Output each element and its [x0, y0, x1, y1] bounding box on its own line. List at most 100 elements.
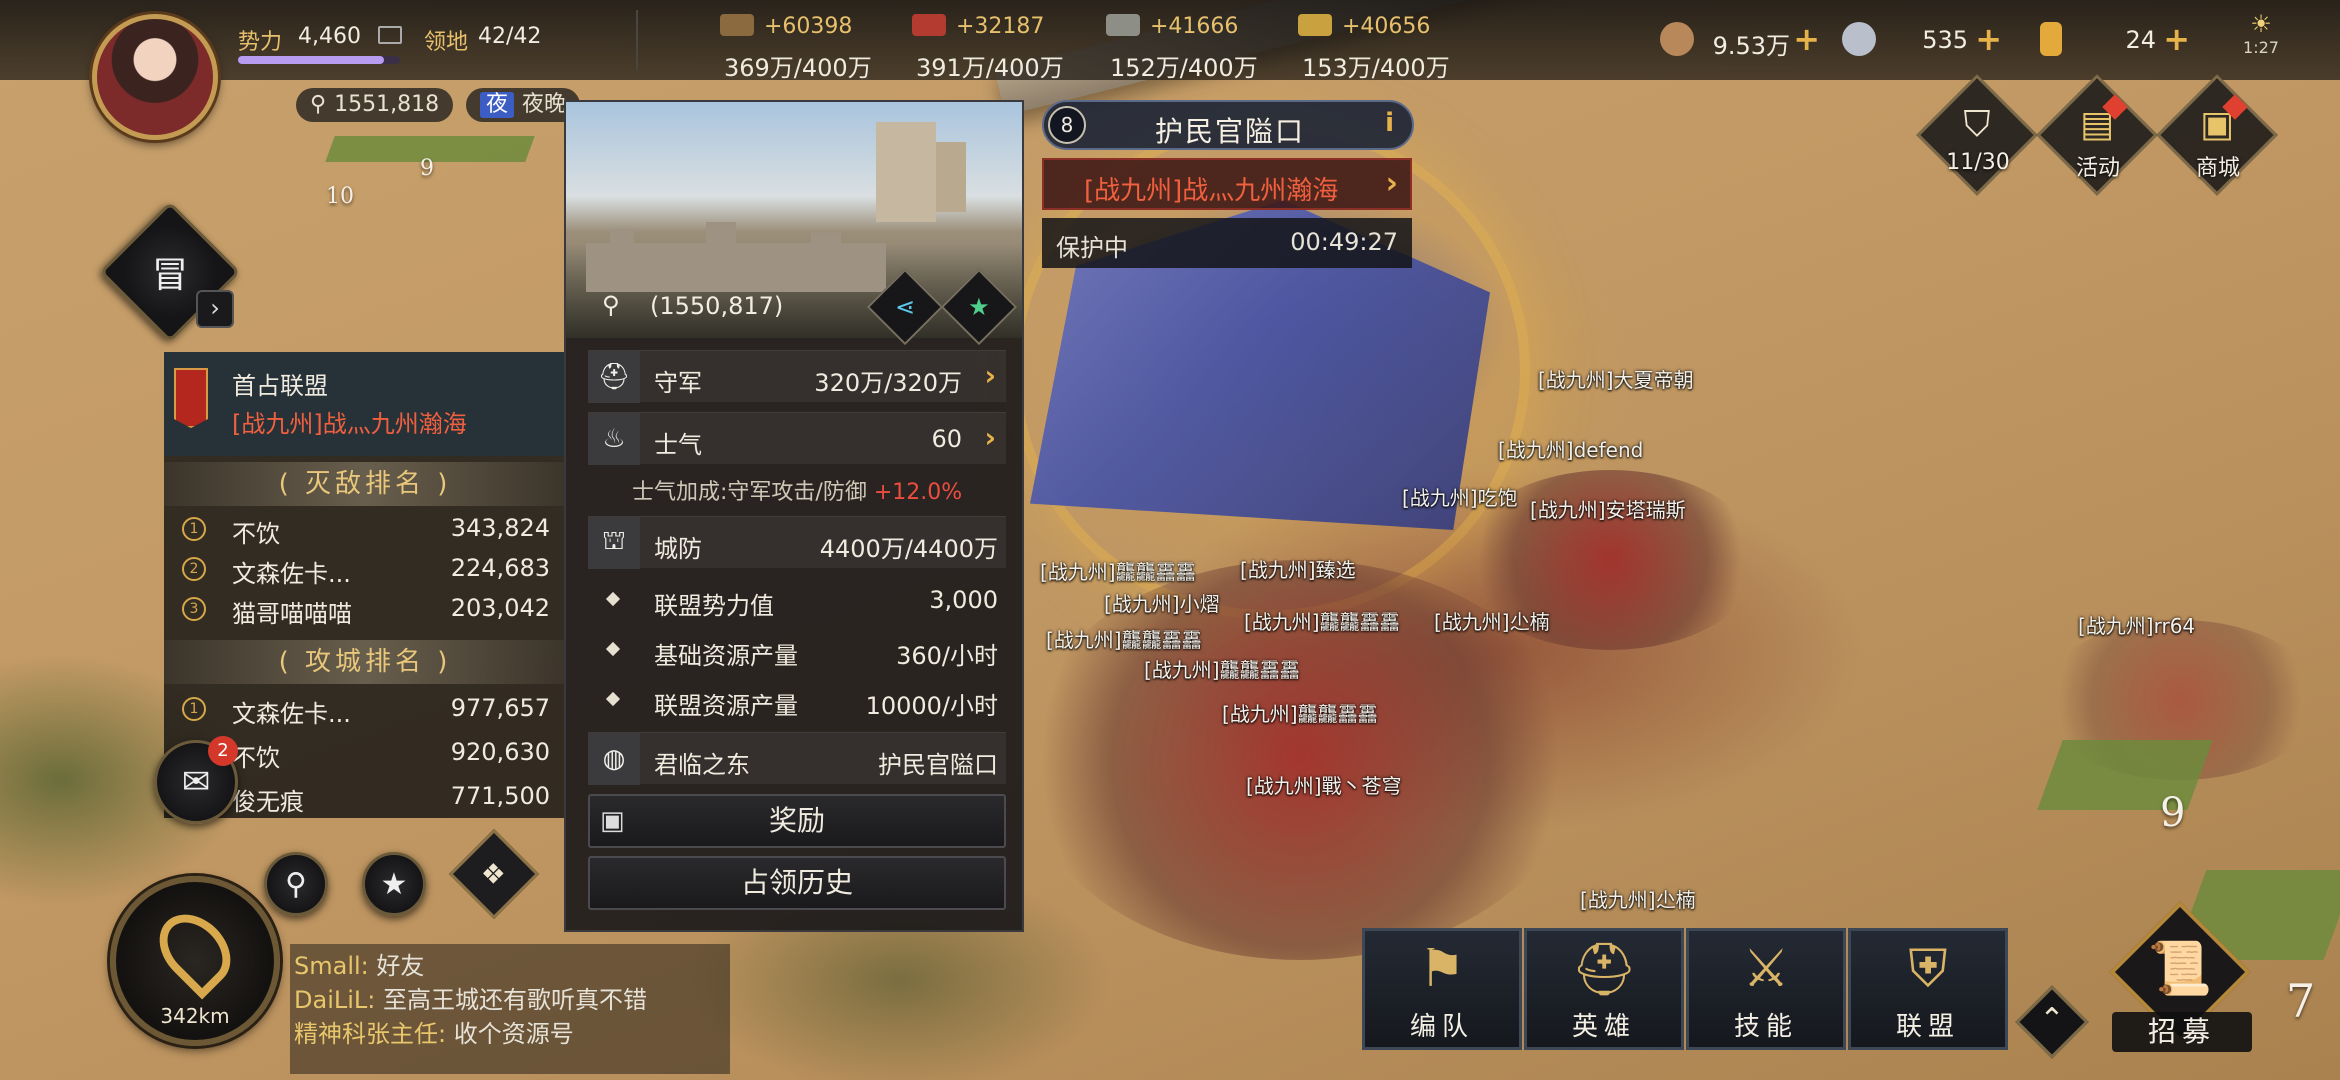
bookmark-button[interactable]: ★: [940, 268, 1018, 346]
kill-rank-row[interactable]: 2 文森佐卡... 224,683: [164, 548, 566, 588]
flame-icon: ♨: [588, 413, 640, 465]
chat-message: Small: 好友: [294, 952, 425, 980]
chevron-up-icon: ⌃: [2039, 1002, 2065, 1037]
silver-coin-icon: [1842, 22, 1876, 56]
first-alliance-label: 首占联盟: [232, 372, 328, 400]
alliance-button[interactable]: ⛨ 联盟: [1848, 928, 2008, 1050]
power-detail-icon[interactable]: [378, 26, 402, 44]
recruit-label[interactable]: 招募: [2112, 1012, 2252, 1052]
copper-currency[interactable]: 9.53万 +: [1660, 18, 1820, 62]
flag-icon: ⚑: [1418, 939, 1466, 999]
power-label: 势力: [238, 30, 283, 55]
sun-icon: ☀: [2250, 10, 2272, 38]
chest-icon: ▣: [600, 806, 625, 836]
stone-icon: [1106, 14, 1140, 36]
add-silver-button[interactable]: +: [1975, 20, 2002, 58]
first-alliance-name[interactable]: [战九州]战灬九州瀚海: [232, 404, 467, 439]
heroes-button[interactable]: ⛑ 英雄: [1524, 928, 1684, 1050]
city-title-plate: 8 护民官隘口 i: [1042, 100, 1414, 150]
troop-label[interactable]: [战九州]龘龘靐靐: [1040, 556, 1196, 585]
kill-rank-row[interactable]: 1 不饮 343,824: [164, 508, 566, 548]
mail-icon: ✉: [181, 762, 211, 802]
city-owner-name: [战九州]战灬九州瀚海: [1084, 176, 1339, 206]
search-button[interactable]: ⚲: [264, 852, 328, 916]
defense-row: ⛫ 城防 4400万/4400万: [588, 516, 1006, 569]
crossed-swords-icon: ⚔: [1742, 939, 1790, 999]
first-alliance-header: 首占联盟 [战九州]战灬九州瀚海: [164, 352, 566, 456]
wood-icon: [720, 14, 754, 36]
tile-level: 9: [420, 156, 434, 181]
troop-label[interactable]: [战九州]龘龘靐靐: [1046, 624, 1202, 653]
copper-coin-icon: [1660, 22, 1694, 56]
protection-status: 保护中 00:49:27: [1042, 218, 1412, 268]
day-night-indicator: 夜夜晚: [466, 88, 581, 122]
kill-rank-row[interactable]: 3 猫哥喵喵喵 203,042: [164, 588, 566, 628]
game-clock: ☀ 1:27: [2226, 10, 2296, 57]
add-gold-button[interactable]: +: [2163, 20, 2190, 58]
troop-label[interactable]: [战九州]defend: [1498, 434, 1643, 463]
occupation-history-button[interactable]: 占领历史: [588, 856, 1006, 910]
troops-count: 11/30: [1946, 150, 2010, 175]
location-pin-icon: ⚲: [602, 291, 620, 319]
morale-row[interactable]: ♨ 士气 60 ›: [588, 412, 1006, 465]
silver-currency[interactable]: 535 +: [1842, 18, 2010, 62]
share-icon: ⋖: [894, 292, 916, 321]
city-preview-image: ⚲ (1550,817) ⋖ ★: [566, 102, 1022, 346]
chevron-right-icon: ›: [984, 421, 996, 454]
wood-resource[interactable]: +60398 369万/400万: [720, 8, 920, 82]
troop-label[interactable]: [战九州]小熠: [1104, 588, 1220, 617]
siege-ranking-title: ( 攻城排名 ): [164, 640, 566, 684]
star-icon: ★: [380, 866, 408, 902]
troop-label[interactable]: [战九州]龘龘靐靐: [1144, 654, 1300, 683]
iron-icon: [912, 14, 946, 36]
search-icon: ⚲: [285, 866, 307, 902]
star-icon: ★: [968, 292, 990, 321]
add-copper-button[interactable]: +: [1793, 20, 1820, 58]
top-bar: 势力 4,460 领地 42/42 +60398 369万/400万 +3218…: [0, 0, 2340, 82]
troop-label[interactable]: [战九州]龘龘靐靐: [1244, 606, 1400, 635]
city-owner-button[interactable]: [战九州]战灬九州瀚海 ›: [1042, 158, 1412, 210]
treasure-chest-icon: ▣: [2199, 104, 2234, 145]
stone-resource[interactable]: +41666 152万/400万: [1106, 8, 1306, 82]
troop-label[interactable]: [战九州]吃饱: [1402, 482, 1518, 511]
troop-label[interactable]: [战九州]龘龘靐靐: [1222, 698, 1378, 727]
fortification-icon: ⛫: [588, 517, 640, 569]
favorites-button[interactable]: ★: [362, 852, 426, 916]
banner-icon: ⛨: [1908, 939, 1948, 999]
alliance-power-row: 联盟势力值 3,000: [588, 576, 1006, 624]
grain-resource[interactable]: +40656 153万/400万: [1298, 8, 1498, 82]
troop-label[interactable]: [战九州]尐楠: [1434, 606, 1550, 635]
player-avatar[interactable]: [92, 14, 218, 140]
grid-diamond-icon: ❖: [481, 857, 507, 891]
globe-icon: ◍: [588, 733, 640, 785]
tile-level: 9: [2160, 790, 2186, 836]
skills-button[interactable]: ⚔ 技能: [1686, 928, 1846, 1050]
troop-label[interactable]: [战九州]大夏帝朝: [1538, 364, 1694, 393]
troop-label[interactable]: [战九州]rr64: [2078, 610, 2195, 639]
iron-resource[interactable]: +32187 391万/400万: [912, 8, 1112, 82]
gold-currency[interactable]: 24 +: [2040, 18, 2196, 62]
troop-label[interactable]: [战九州]臻选: [1240, 554, 1356, 583]
morale-bonus-text: 士气加成:守军攻击/防御 +12.0%: [632, 480, 963, 505]
city-coordinates[interactable]: (1550,817): [650, 292, 783, 320]
formation-button[interactable]: ⚑ 编队: [1362, 928, 1522, 1050]
chevron-right-icon: ›: [1385, 166, 1398, 201]
troop-label[interactable]: [战九州]戰丶苍穹: [1246, 770, 1402, 799]
chevron-right-icon: ›: [984, 359, 996, 392]
chat-preview[interactable]: Small: 好友 DaiLiL: 至高王城还有歌听真不错 精神科张主任: 收个…: [290, 944, 730, 1074]
troop-label[interactable]: [战九州]安塔瑞斯: [1530, 494, 1686, 523]
siege-rank-row[interactable]: 1 文森佐卡... 977,657: [164, 688, 566, 728]
territory-value: 42/42: [478, 24, 542, 49]
city-info-panel: ⚲ (1550,817) ⋖ ★ ⛑ 守军 320万/320万 › ♨ 士气 6…: [564, 100, 1024, 932]
info-icon[interactable]: i: [1385, 108, 1394, 138]
reward-button[interactable]: ▣ 奖励: [588, 794, 1006, 848]
base-output-row: 基础资源产量 360/小时: [588, 626, 1006, 674]
chevron-right-icon[interactable]: ›: [196, 290, 234, 328]
kill-ranking-title: ( 灭敌排名 ): [164, 462, 566, 506]
player-coordinates[interactable]: ⚲ 1551,818: [296, 88, 454, 122]
gold-bar-icon: [2040, 22, 2062, 56]
troop-label[interactable]: [战九州]尐楠: [1580, 884, 1696, 913]
chat-message: DaiLiL: 至高王城还有歌听真不错: [294, 986, 647, 1014]
farmland-tile[interactable]: [2037, 740, 2213, 810]
garrison-row[interactable]: ⛑ 守军 320万/320万 ›: [588, 350, 1006, 403]
